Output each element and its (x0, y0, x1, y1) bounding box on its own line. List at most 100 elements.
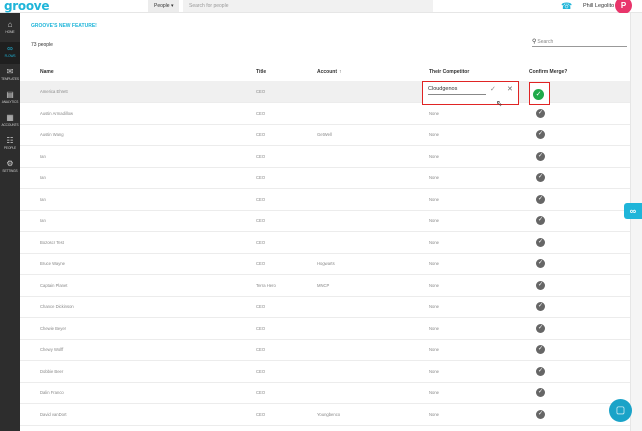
table-row[interactable]: Bruce Wayne CEO Hogwarts None ✓ (20, 253, 630, 275)
cell-competitor: None (429, 390, 440, 395)
competitor-edit-box: Cloudgenos ✓ ✕ (422, 81, 519, 105)
cell-name: David vanDort (40, 411, 67, 417)
column-header-title[interactable]: Title (256, 65, 266, 79)
cell-name: Austin Armadillow (40, 110, 74, 116)
confirm-merge-button[interactable]: ✓ (533, 89, 544, 100)
sidebar-item-accounts[interactable]: ▦ Accounts (0, 111, 20, 133)
sidebar-item-analytics[interactable]: ▤ Analytics (0, 88, 20, 110)
home-icon: ⌂ (7, 20, 13, 29)
cell-title: CEO (256, 218, 266, 223)
confirm-merge-button[interactable]: ✓ (536, 216, 545, 225)
cell-name: Ian (40, 175, 46, 180)
confirm-merge-button[interactable]: ✓ (536, 345, 545, 354)
sort-arrow-icon: ↑ (339, 69, 342, 75)
phone-icon[interactable]: ☎ (561, 1, 572, 11)
people-icon: ☷ (6, 136, 14, 145)
column-header-competitor[interactable]: Their Competitor (429, 65, 469, 79)
column-header-confirm[interactable]: Confirm Merge? (529, 65, 567, 79)
table-row[interactable]: Captain Planet Terra Hero MNCP None ✓ (20, 275, 630, 297)
top-bar: groove People ▾ Search for people ☎ Phil… (0, 0, 642, 14)
sidebar-item-people[interactable]: ☷ People (0, 134, 20, 156)
cell-title: CEO (256, 347, 266, 352)
confirm-merge-button[interactable]: ✓ (536, 388, 545, 397)
sidebar-item-label: Settings (2, 169, 18, 173)
cell-name: Dobbie Beer (40, 368, 64, 374)
cell-title: CEO (256, 132, 266, 137)
cell-account: MNCP (317, 282, 330, 288)
sidebar-item-flows[interactable]: ∞ Flows (0, 42, 20, 64)
cell-name: Bozoscr Test (40, 239, 64, 245)
cell-competitor: None (429, 261, 440, 266)
cell-title: CEO (256, 239, 266, 245)
table-row[interactable]: America Ehrett CEO Cloudgenos ✓ ✕ ✓ ⇖ (20, 81, 630, 108)
confirm-merge-button[interactable]: ✓ (536, 409, 545, 419)
avatar[interactable]: P (615, 0, 632, 14)
people-dropdown[interactable]: People ▾ (148, 0, 180, 12)
sidebar-item-settings[interactable]: ⚙ Settings (0, 157, 20, 179)
table-row[interactable]: Ian CEO None ✓ (20, 146, 630, 168)
sidebar-item-label: Accounts (1, 123, 19, 127)
main-content: GROOVE'S NEW FEATURE! 73 people ⚲Search … (20, 13, 630, 431)
table-row[interactable]: Dalin Franco CEO None ✓ (20, 382, 630, 404)
confirm-merge-button[interactable]: ✓ (536, 259, 545, 268)
confirm-merge-button[interactable]: ✓ (536, 302, 545, 311)
table-row[interactable]: David vanDort CEO Youngbenco None ✓ (20, 404, 630, 426)
column-header-name[interactable]: Name (40, 65, 54, 79)
competitor-input[interactable]: Cloudgenos (428, 85, 486, 95)
column-header-account[interactable]: Account ↑ (317, 65, 342, 79)
chat-button[interactable]: ▢ (609, 399, 632, 422)
table-row[interactable]: Ian CEO None ✓ (20, 167, 630, 189)
cell-title: CEO (256, 196, 266, 202)
cell-competitor: None (429, 347, 440, 352)
confirm-merge-button[interactable]: ✓ (536, 323, 545, 333)
sidebar-item-home[interactable]: ⌂ Home (0, 18, 20, 40)
confirm-merge-button[interactable]: ✓ (536, 151, 545, 161)
confirm-edit-button[interactable]: ✓ (490, 85, 496, 94)
cell-competitor: None (429, 175, 440, 180)
confirm-merge-button[interactable]: ✓ (536, 366, 545, 376)
people-count: 73 people (31, 42, 53, 48)
table-header: Name Title Account ↑ Their Competitor Con… (20, 65, 630, 79)
confirm-merge-button[interactable]: ✓ (536, 194, 545, 204)
sidebar-item-label: Flows (4, 54, 16, 58)
cell-name: Dalin Franco (40, 390, 64, 395)
cell-competitor: None (429, 132, 440, 137)
table-row[interactable]: Chance Dickinson CEO None ✓ (20, 296, 630, 318)
user-name[interactable]: Phill Legolito (583, 0, 614, 12)
confirm-merge-button[interactable]: ✓ (536, 173, 545, 182)
global-search-input[interactable]: Search for people (183, 0, 433, 12)
table-row[interactable]: Ian CEO None ✓ (20, 210, 630, 232)
table-row[interactable]: Austin Armadillow CEO None ✓ (20, 103, 630, 125)
cell-name: Ian (40, 196, 46, 202)
cell-competitor: None (429, 239, 440, 245)
scrollbar[interactable] (630, 13, 642, 431)
table-row[interactable]: Dobbie Beer CEO None ✓ (20, 361, 630, 383)
confirm-merge-button[interactable]: ✓ (536, 130, 545, 139)
confirm-merge-button[interactable]: ✓ (536, 237, 545, 247)
cell-account: Youngbenco (317, 411, 341, 417)
groove-logo[interactable]: groove (4, 0, 49, 13)
sidebar-item-label: People (3, 146, 17, 150)
confirm-merge-button[interactable]: ✓ (536, 108, 545, 118)
confirm-merge-button[interactable]: ✓ (536, 280, 545, 290)
envelope-icon: ✉ (6, 67, 14, 76)
sidebar-item-templates[interactable]: ✉ Templates (0, 65, 20, 87)
table-row[interactable]: Chewy Wolff CEO None ✓ (20, 339, 630, 361)
cell-title: CEO (256, 304, 266, 309)
chart-icon: ▤ (6, 90, 14, 99)
cell-name: Chewie Beyer (40, 325, 67, 331)
cell-title: CEO (256, 368, 266, 374)
table-row[interactable]: Ian CEO None ✓ (20, 189, 630, 211)
cell-account: Hogwarts (317, 261, 335, 266)
groove-side-tab[interactable]: ∞ (624, 203, 642, 219)
search-placeholder: Search (537, 39, 554, 45)
table-row[interactable]: Chewie Beyer CEO None ✓ (20, 318, 630, 340)
cell-name: Chance Dickinson (40, 304, 74, 309)
sidebar-item-label: Home (5, 30, 15, 34)
table-row[interactable]: Bozoscr Test CEO None ✓ (20, 232, 630, 254)
table-row[interactable]: Austin Wang CEO GetWell None ✓ (20, 124, 630, 146)
cancel-edit-button[interactable]: ✕ (507, 85, 513, 94)
cell-competitor: None (429, 411, 440, 417)
table-search-input[interactable]: ⚲Search (532, 37, 627, 47)
search-icon: ⚲ (532, 39, 537, 45)
